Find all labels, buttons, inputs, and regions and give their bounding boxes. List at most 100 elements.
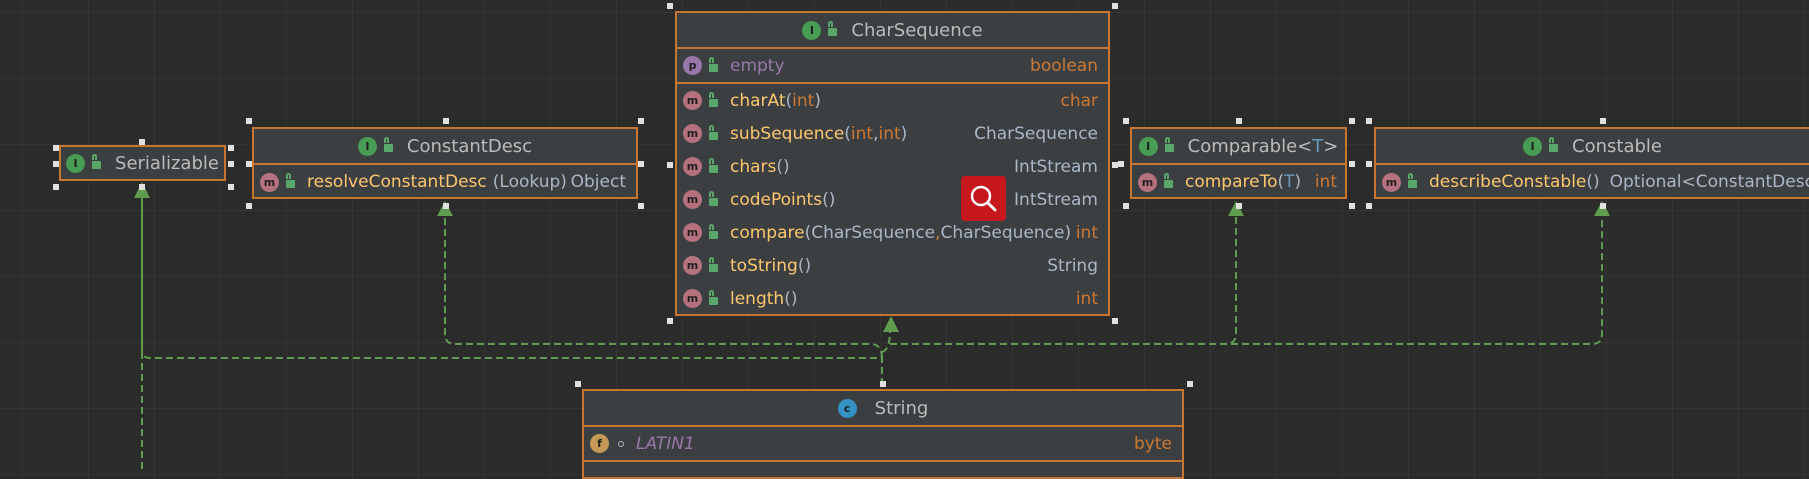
char-sequence-node[interactable]: I CharSequence p empty boolean m charAt … [675,11,1110,316]
method-name: chars [730,156,777,177]
selection-handle[interactable] [53,184,59,190]
selection-handle[interactable] [246,203,252,209]
selection-handle[interactable] [1366,203,1372,209]
selection-handle[interactable] [246,161,252,167]
method-row[interactable]: m codePoints () IntStream [677,183,1108,216]
selection-handle[interactable] [139,139,145,145]
selection-handle[interactable] [667,3,673,9]
selection-handle[interactable] [228,184,234,190]
method-name: resolveConstantDesc [307,172,487,192]
interface-icon: I [1523,136,1543,156]
method-row[interactable]: m chars () IntStream [677,150,1108,183]
selection-handle[interactable] [1236,203,1242,209]
selection-handle[interactable] [667,318,673,324]
lock-icon [709,256,718,272]
method-icon: m [683,190,702,209]
method-name: subSequence [730,123,845,144]
param-open: ( [785,90,793,111]
selection-handle[interactable] [1366,118,1372,124]
method-params: (Lookup) [492,172,567,192]
search-icon [970,185,997,212]
constant-desc-node[interactable]: I ConstantDesc m resolveConstantDesc (Lo… [252,127,638,199]
param-open: () [797,255,812,276]
selection-handle[interactable] [53,161,59,167]
selection-handle[interactable] [246,118,252,124]
selection-handle[interactable] [575,381,581,387]
property-row[interactable]: p empty boolean [677,49,1108,82]
selection-handle[interactable] [443,118,449,124]
selection-handle[interactable] [1112,3,1118,9]
field-type: byte [1134,433,1172,454]
selection-handle[interactable] [443,203,449,209]
selection-handle[interactable] [1600,203,1606,209]
lock-icon [709,223,718,239]
selection-handle[interactable] [1112,318,1118,324]
param-type: int [878,123,901,144]
constable-node[interactable]: I Constable m describeConstable () Optio… [1374,127,1809,199]
return-type: IntStream [1014,189,1098,210]
method-icon: m [683,289,702,308]
lock-icon [709,190,718,206]
selection-handle[interactable] [1187,381,1193,387]
serializable-node[interactable]: I Serializable [59,145,226,181]
selection-handle[interactable] [1123,203,1129,209]
method-row[interactable]: m compare ( CharSequence , CharSequence … [677,216,1108,249]
selection-handle[interactable] [638,161,644,167]
lock-icon [709,289,718,305]
selection-handle[interactable] [1349,161,1355,167]
search-button[interactable] [961,176,1006,221]
string-class-node[interactable]: c String f LATIN1 byte [582,389,1184,479]
method-name: describeConstable [1429,172,1587,192]
field-icon: f [590,434,609,453]
selection-handle[interactable] [1118,161,1124,167]
member-row[interactable]: m resolveConstantDesc (Lookup) Object [254,165,636,199]
return-type: IntStream [1014,156,1098,177]
selection-handle[interactable] [1366,161,1372,167]
comparable-node[interactable]: I Comparable < T > m compareTo ( T ) int [1130,127,1347,199]
member-row[interactable]: m compareTo ( T ) int [1132,165,1345,199]
method-name: length [730,288,785,309]
lock-icon [92,154,102,169]
return-type: CharSequence [974,123,1098,144]
method-name: compare [730,222,805,243]
string-header: c String [584,391,1182,425]
node-title: ConstantDesc [406,135,533,157]
return-type: Optional<ConstantDesc [1609,172,1809,192]
lock-icon [1408,173,1417,188]
selection-handle[interactable] [1349,118,1355,124]
return-type: Object [570,172,626,192]
package-private-icon [618,440,624,447]
lock-icon [709,124,718,140]
lock-icon [286,173,295,188]
param-open: ( [844,123,851,144]
interface-icon: I [802,20,822,40]
method-row[interactable]: m length () int [677,282,1108,315]
method-icon: m [683,223,702,242]
node-title: CharSequence [851,19,983,41]
selection-handle[interactable] [139,184,145,190]
field-row[interactable]: f LATIN1 byte [584,427,1182,460]
selection-handle[interactable] [1349,203,1355,209]
interface-icon: I [1138,136,1158,156]
method-row[interactable]: m subSequence ( int , int ) CharSequence [677,117,1108,150]
method-row[interactable]: m charAt ( int ) char [677,84,1108,117]
selection-handle[interactable] [1236,118,1242,124]
type-param-open: < [1297,135,1313,157]
selection-handle[interactable] [1600,118,1606,124]
selection-handle[interactable] [638,203,644,209]
selection-handle[interactable] [880,381,886,387]
member-row[interactable]: m describeConstable () Optional<Constant… [1376,165,1809,199]
param-type: T [1284,172,1295,192]
method-row[interactable]: m toString () String [677,249,1108,282]
selection-handle[interactable] [53,145,59,151]
selection-handle[interactable] [638,118,644,124]
selection-handle[interactable] [228,145,234,151]
param-open: () [784,288,798,309]
char-sequence-header: I CharSequence [677,13,1108,47]
selection-handle[interactable] [667,162,673,168]
selection-handle[interactable] [228,161,234,167]
method-name: compareTo [1185,172,1278,192]
arrowhead-char-sequence [883,316,899,332]
selection-handle[interactable] [1123,118,1129,124]
interface-icon: I [357,136,377,156]
